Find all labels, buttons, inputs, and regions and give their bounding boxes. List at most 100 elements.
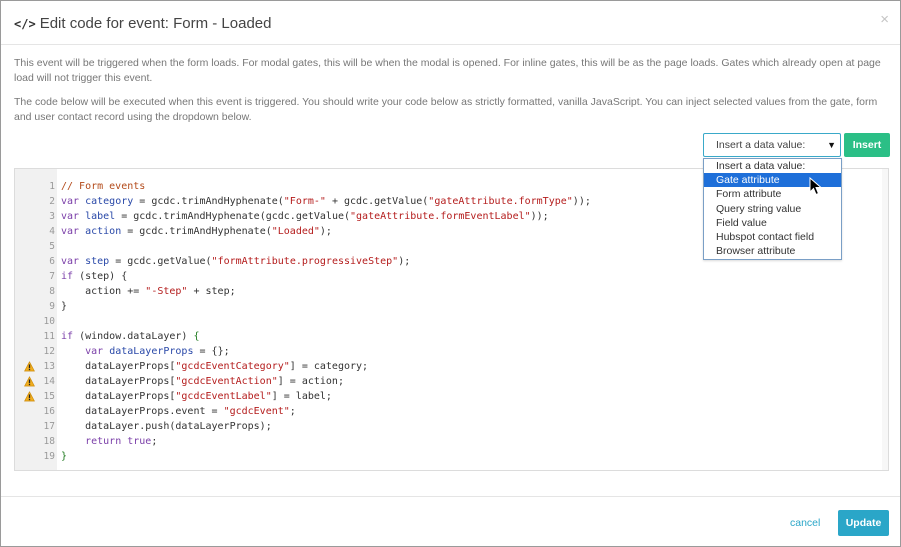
code-text: dataLayerProps.event = "gcdcEvent";	[61, 404, 296, 419]
code-line[interactable]: 17 dataLayer.push(dataLayerProps);	[15, 419, 890, 434]
modal-header: </> Edit code for event: Form - Loaded ×	[1, 1, 900, 45]
code-line[interactable]: 12 var dataLayerProps = {};	[15, 344, 890, 359]
code-token: dataLayer.push(dataLayerProps);	[61, 421, 272, 432]
code-token: + step;	[187, 286, 236, 297]
line-number: 7	[49, 271, 55, 282]
code-token: dataLayerProps.event =	[61, 406, 224, 417]
insert-data-value-select[interactable]: Insert a data value: ▼	[703, 133, 841, 157]
code-text: if (step) {	[61, 269, 127, 284]
close-icon[interactable]: ×	[880, 11, 889, 28]
code-token: ));	[530, 211, 549, 222]
modal-title-text: Edit code for event: Form - Loaded	[39, 15, 272, 32]
code-token: ] = category;	[289, 361, 369, 372]
line-number: 15	[43, 391, 55, 402]
update-button[interactable]: Update	[838, 510, 889, 536]
code-token: var	[61, 226, 80, 237]
code-token: var	[61, 196, 80, 207]
line-number: 14	[43, 376, 55, 387]
code-token: "Form-"	[283, 196, 326, 207]
line-number: 11	[43, 331, 55, 342]
cancel-link[interactable]: cancel	[790, 517, 820, 529]
line-number: 18	[43, 436, 55, 447]
code-token: {	[193, 331, 200, 342]
line-number: 6	[49, 256, 55, 267]
code-token: = gcdc.getValue(	[109, 256, 212, 267]
code-token: dataLayerProps[	[61, 391, 176, 402]
code-token: = gcdc.trimAndHyphenate(gcdc.getValue(	[115, 211, 351, 222]
code-token: "Loaded"	[271, 226, 320, 237]
code-text: var dataLayerProps = {};	[61, 344, 230, 359]
code-token: );	[319, 226, 332, 237]
code-token: + gcdc.getValue(	[325, 196, 429, 207]
line-number: 12	[43, 346, 55, 357]
code-token: dataLayerProps	[109, 346, 194, 357]
edit-event-code-modal: </> Edit code for event: Form - Loaded × …	[0, 0, 901, 547]
code-token: dataLayerProps[	[61, 376, 176, 387]
code-token: "gateAttribute.formEventLabel"	[350, 211, 531, 222]
option-query-string-value[interactable]: Query string value	[704, 202, 841, 216]
code-token: "gcdcEventAction"	[175, 376, 278, 387]
footer-divider	[1, 496, 900, 497]
modal-title: </> Edit code for event: Form - Loaded	[14, 15, 271, 32]
code-line[interactable]: 10	[15, 314, 890, 329]
insert-button[interactable]: Insert	[844, 133, 890, 157]
line-number: 1	[49, 181, 55, 192]
code-text: var label = gcdc.trimAndHyphenate(gcdc.g…	[61, 209, 549, 224]
code-token: true	[127, 436, 152, 447]
code-line[interactable]: 11 if (window.dataLayer) {	[15, 329, 890, 344]
code-token: dataLayerProps[	[61, 361, 176, 372]
line-number: 19	[43, 451, 55, 462]
code-line[interactable]: 9}	[15, 299, 890, 314]
code-token: if	[61, 331, 74, 342]
code-text: if (window.dataLayer) {	[61, 329, 200, 344]
code-token: ));	[572, 196, 591, 207]
code-token: ] = action;	[277, 376, 344, 387]
code-line[interactable]: 16 dataLayerProps.event = "gcdcEvent";	[15, 404, 890, 419]
code-line[interactable]: 8 action += "-Step" + step;	[15, 284, 890, 299]
code-token: "-Step"	[145, 286, 188, 297]
code-token: ;	[289, 406, 296, 417]
code-token: ] = label;	[271, 391, 332, 402]
code-token: ;	[151, 436, 158, 447]
code-text: return true;	[61, 434, 157, 449]
code-text: dataLayerProps["gcdcEventAction"] = acti…	[61, 374, 344, 389]
code-text: dataLayerProps["gcdcEventCategory"] = ca…	[61, 359, 368, 374]
code-description: The code below will be executed when thi…	[14, 96, 878, 123]
code-line[interactable]: 13 dataLayerProps["gcdcEventCategory"] =…	[15, 359, 890, 374]
code-token: = gcdc.trimAndHyphenate(	[133, 196, 284, 207]
code-text: dataLayer.push(dataLayerProps);	[61, 419, 272, 434]
code-line[interactable]: 14 dataLayerProps["gcdcEventAction"] = a…	[15, 374, 890, 389]
option-hubspot-contact-field[interactable]: Hubspot contact field	[704, 230, 841, 244]
line-number: 5	[49, 241, 55, 252]
code-token: var	[61, 211, 80, 222]
code-token: "gcdcEvent"	[223, 406, 290, 417]
option-field-value[interactable]: Field value	[704, 216, 841, 230]
line-number: 16	[43, 406, 55, 417]
line-number: 3	[49, 211, 55, 222]
code-line[interactable]: 18 return true;	[15, 434, 890, 449]
code-token: }	[61, 301, 68, 312]
code-token: "gcdcEventCategory"	[175, 361, 290, 372]
option-browser-attribute[interactable]: Browser attribute	[704, 244, 841, 258]
code-text: // Form events	[61, 179, 145, 194]
code-line[interactable]: 7 if (step) {	[15, 269, 890, 284]
code-token: action +=	[61, 286, 146, 297]
code-token: action	[85, 226, 122, 237]
code-token: );	[398, 256, 411, 267]
code-text: }	[61, 449, 67, 464]
code-token: label	[85, 211, 116, 222]
code-line[interactable]: 15 dataLayerProps["gcdcEventLabel"] = la…	[15, 389, 890, 404]
line-number: 4	[49, 226, 55, 237]
select-value: Insert a data value:	[716, 139, 806, 151]
insert-data-value-options: Insert a data value: Gate attribute Form…	[703, 158, 842, 260]
code-text: }	[61, 299, 67, 314]
line-number: 2	[49, 196, 55, 207]
code-text: dataLayerProps["gcdcEventLabel"] = label…	[61, 389, 332, 404]
option-insert-data-value[interactable]: Insert a data value:	[704, 159, 841, 173]
code-line[interactable]: 19}	[15, 449, 890, 464]
code-token: return	[85, 436, 122, 447]
line-number: 8	[49, 286, 55, 297]
code-token: (window.dataLayer)	[73, 331, 194, 342]
